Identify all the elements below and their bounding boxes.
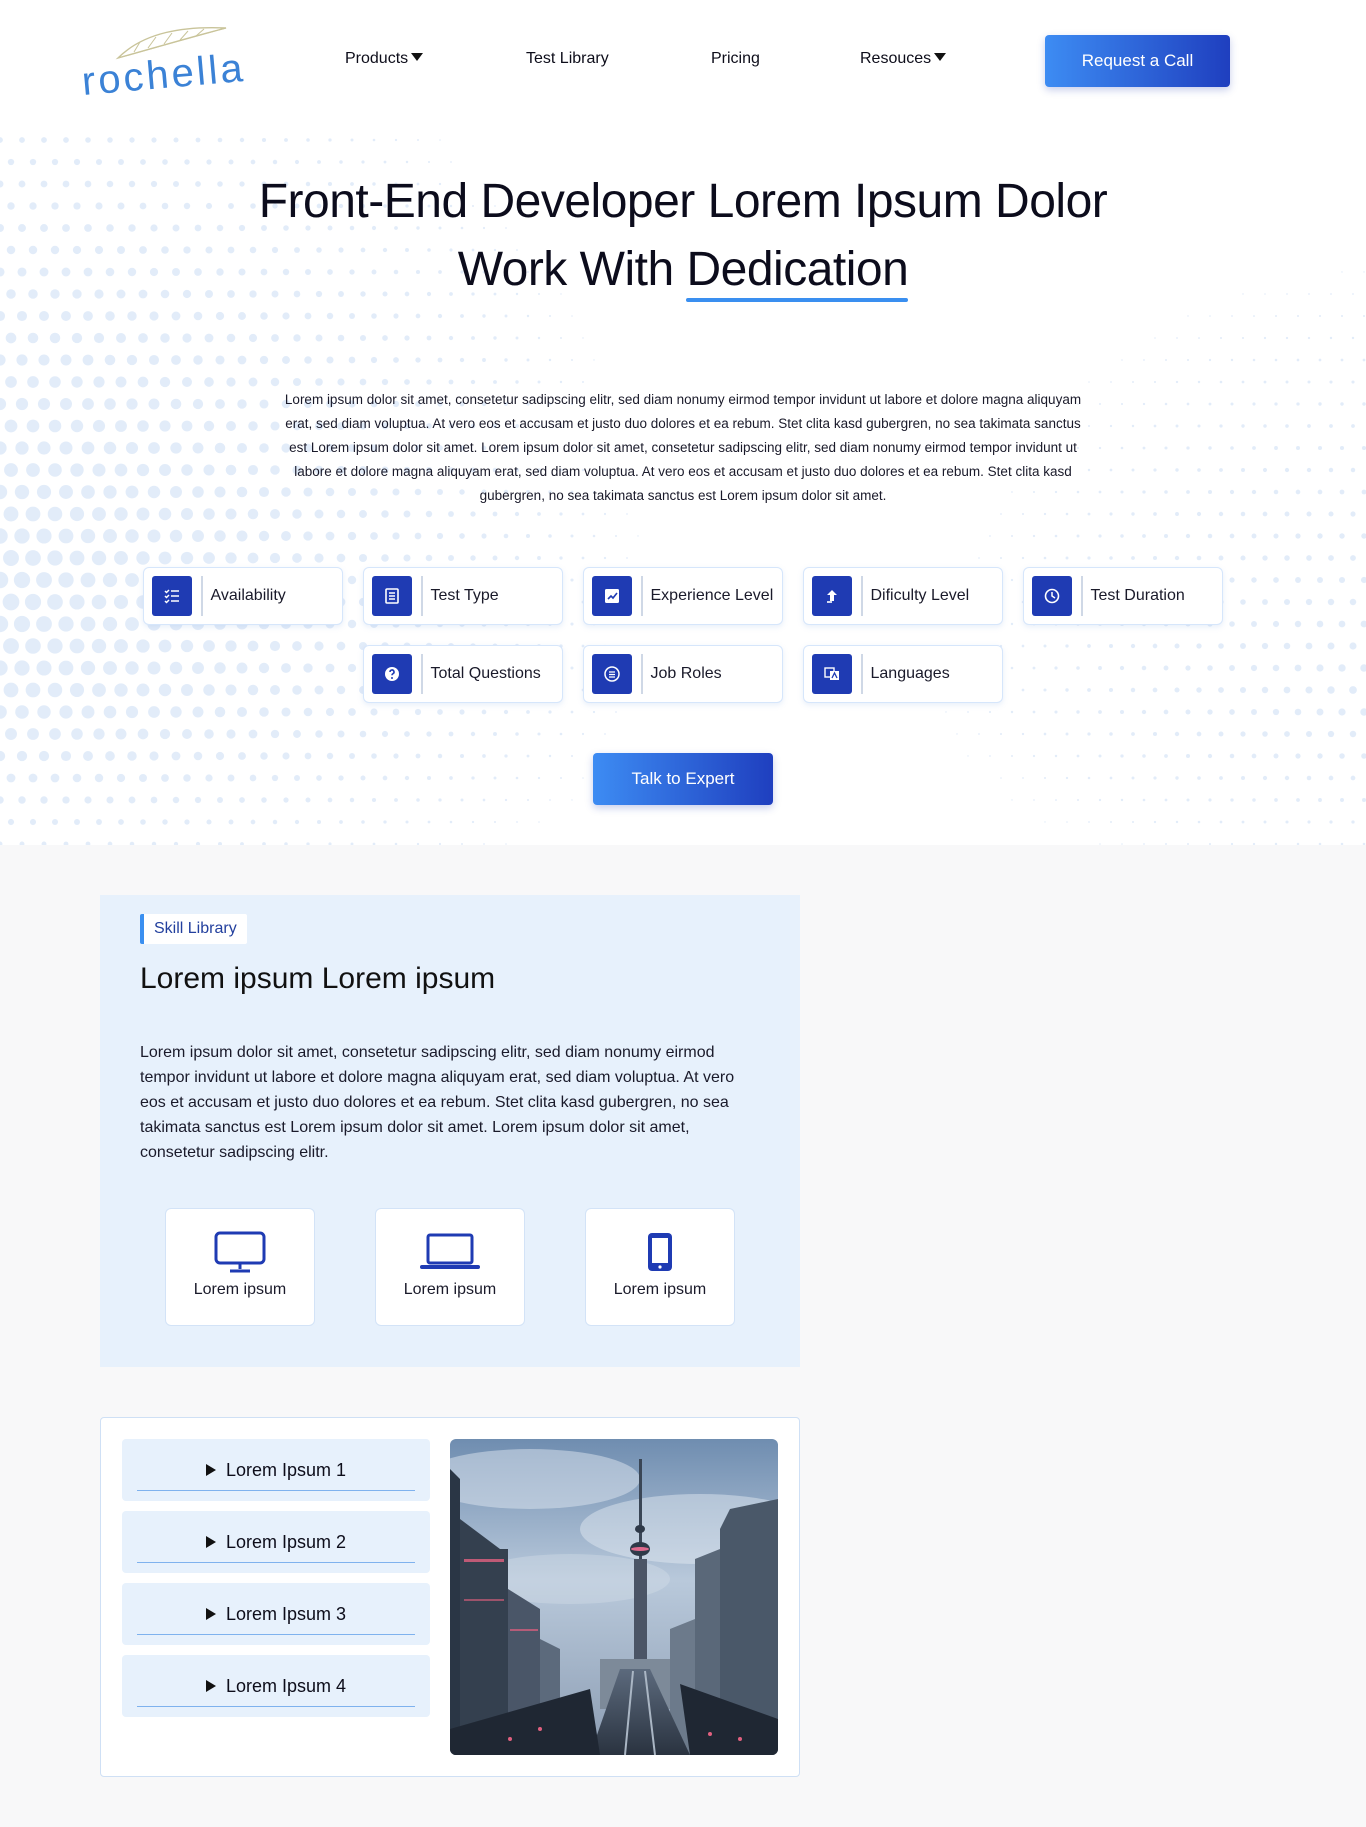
filter-label: Job Roles (650, 665, 722, 682)
nav-resources[interactable]: Resouces (860, 50, 947, 68)
hero-title-highlight: Dedication (686, 236, 909, 304)
skill-text: Lorem ipsum dolor sit amet, consetetur s… (140, 1044, 735, 1161)
laptop-icon (420, 1231, 480, 1273)
accordion-item[interactable]: Lorem Ipsum 3 (122, 1583, 430, 1645)
logo-text: rochella (80, 45, 248, 105)
caret-down-icon (934, 53, 947, 61)
hero-title-line1: Front-End Developer Lorem Ipsum Dolor (258, 175, 1108, 228)
accordion-item[interactable]: Lorem Ipsum 1 (122, 1439, 430, 1501)
chip-divider (421, 654, 423, 694)
hero-paragraph: Lorem ipsum dolor sit amet, consetetur s… (284, 392, 1082, 503)
chip-divider (861, 654, 863, 694)
accordion-item[interactable]: Lorem Ipsum 2 (122, 1511, 430, 1573)
accordion-label: Lorem Ipsum 4 (225, 1675, 347, 1696)
nav-pricing[interactable]: Pricing (711, 50, 760, 68)
chip-divider (1081, 576, 1083, 616)
play-arrow-icon (205, 1680, 216, 1692)
filter-label: Test Duration (1090, 587, 1185, 604)
translate-icon (812, 654, 852, 694)
brand-logo[interactable]: rochella (80, 18, 247, 104)
device-label: Lorem ipsum (193, 1281, 287, 1298)
mobile-icon (646, 1231, 674, 1273)
filter-job-roles[interactable]: Job Roles (583, 645, 783, 703)
chip-divider (421, 576, 423, 616)
request-call-button[interactable]: Request a Call (1045, 35, 1230, 87)
filter-experience-level[interactable]: Experience Level (583, 567, 783, 625)
filter-label: Availability (210, 587, 286, 604)
device-label: Lorem ipsum (613, 1281, 707, 1298)
play-arrow-icon (205, 1464, 216, 1476)
accordion-label: Lorem Ipsum 3 (225, 1603, 347, 1624)
play-arrow-icon (205, 1536, 216, 1548)
device-card-mobile[interactable]: Lorem ipsum (585, 1208, 735, 1326)
accordion-label: Lorem Ipsum 2 (225, 1531, 347, 1552)
chip-divider (201, 576, 203, 616)
accordion-label: Lorem Ipsum 1 (225, 1459, 347, 1480)
document-icon (372, 576, 412, 616)
device-label: Lorem ipsum (403, 1281, 497, 1298)
arrow-up-icon (812, 576, 852, 616)
talk-to-expert-button[interactable]: Talk to Expert (593, 753, 773, 805)
filter-label: Dificulty Level (870, 587, 970, 604)
filter-test-duration[interactable]: Test Duration (1023, 567, 1223, 625)
checklist-icon (152, 576, 192, 616)
accordion-item[interactable]: Lorem Ipsum 4 (122, 1655, 430, 1717)
nav-products-label: Products (345, 50, 409, 67)
desktop-icon (214, 1231, 266, 1273)
filter-label: Test Type (430, 587, 499, 604)
device-card-laptop[interactable]: Lorem ipsum (375, 1208, 525, 1326)
play-arrow-icon (205, 1608, 216, 1620)
device-card-desktop[interactable]: Lorem ipsum (165, 1208, 315, 1326)
hero-section: rochella Products Test Library Pricing R… (0, 0, 1366, 845)
nav-test-library-label: Test Library (526, 50, 609, 67)
chip-divider (641, 576, 643, 616)
list-circle-icon (592, 654, 632, 694)
skill-title: Lorem ipsum Lorem ipsum (140, 962, 496, 995)
filter-test-type[interactable]: Test Type (363, 567, 563, 625)
filter-languages[interactable]: Languages (803, 645, 1003, 703)
filter-label: Total Questions (430, 665, 541, 682)
caret-down-icon (411, 53, 424, 61)
hero-title: Front-End Developer Lorem Ipsum Dolor Wo… (0, 168, 1366, 304)
chip-divider (861, 576, 863, 616)
nav-resources-label: Resouces (860, 50, 932, 67)
question-icon (372, 654, 412, 694)
filter-difficulty-level[interactable]: Dificulty Level (803, 567, 1003, 625)
city-tower-photo (450, 1439, 778, 1755)
chart-edit-icon (592, 576, 632, 616)
chip-divider (641, 654, 643, 694)
skill-library-tag: Skill Library (140, 914, 247, 944)
nav-products[interactable]: Products (345, 50, 424, 68)
nav-test-library[interactable]: Test Library (526, 50, 609, 68)
filter-total-questions[interactable]: Total Questions (363, 645, 563, 703)
filter-label: Languages (870, 665, 950, 682)
clock-icon (1032, 576, 1072, 616)
filter-label: Experience Level (650, 587, 774, 604)
filter-availability[interactable]: Availability (143, 567, 343, 625)
hero-title-line2-prefix: Work With (457, 243, 687, 296)
nav-pricing-label: Pricing (711, 50, 760, 67)
